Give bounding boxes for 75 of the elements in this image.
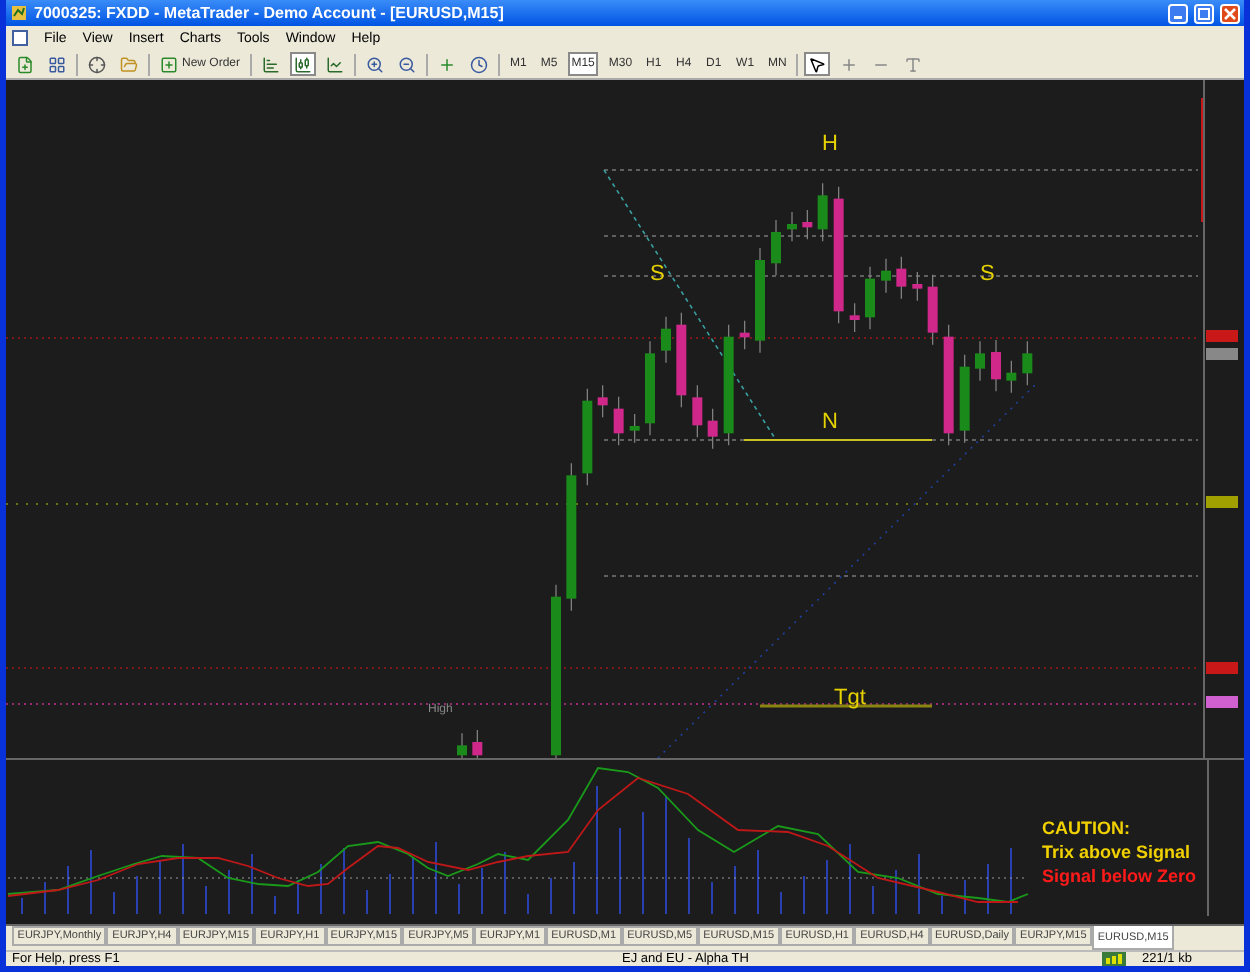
new-chart-button[interactable] xyxy=(12,52,38,76)
candle xyxy=(629,413,640,444)
price-tag-icon xyxy=(1206,696,1238,708)
candle xyxy=(457,732,467,758)
crosshair-icon xyxy=(840,55,859,73)
candle xyxy=(833,186,844,324)
cursor-icon xyxy=(808,55,827,73)
minimize-button[interactable] xyxy=(1168,3,1188,23)
indicator-note: CAUTION: xyxy=(1042,820,1130,838)
candle xyxy=(707,408,718,450)
candle xyxy=(802,209,813,240)
connection-icon xyxy=(1102,952,1126,966)
candle xyxy=(739,320,750,350)
zoom-out-icon xyxy=(398,55,417,73)
app-icon xyxy=(10,4,28,22)
folder-icon xyxy=(120,55,138,73)
candle xyxy=(943,324,954,446)
candle xyxy=(896,256,907,300)
plus-icon xyxy=(438,55,457,73)
maximize-button[interactable] xyxy=(1194,3,1214,23)
candle xyxy=(661,316,671,364)
text-icon xyxy=(904,55,923,73)
candle xyxy=(613,396,624,446)
pattern-label: S xyxy=(980,264,995,286)
price-tag-icon xyxy=(1206,496,1238,508)
candle xyxy=(849,302,860,333)
file-plus-icon xyxy=(16,55,34,73)
indicator-note: Signal below Zero xyxy=(1042,868,1197,886)
price-marker-line xyxy=(1201,97,1203,223)
maximize-icon xyxy=(1198,7,1210,19)
candle xyxy=(912,271,923,302)
candle xyxy=(676,312,687,408)
close-button[interactable] xyxy=(1220,3,1240,23)
candle xyxy=(865,266,875,330)
indicator-note: Trix above Signal xyxy=(1042,844,1191,862)
crosshair-button[interactable] xyxy=(84,52,110,76)
candle xyxy=(991,339,1001,392)
grid-icon xyxy=(48,55,66,73)
candle xyxy=(1022,340,1033,386)
candle xyxy=(723,324,734,446)
crosshair-icon xyxy=(88,55,106,73)
candle xyxy=(1006,360,1017,394)
price-tag-icon xyxy=(1206,330,1238,342)
candle xyxy=(472,729,483,758)
candle xyxy=(582,388,593,486)
pattern-label: Tgt xyxy=(834,688,866,710)
candle xyxy=(975,340,985,382)
candle xyxy=(927,274,938,346)
candle xyxy=(645,340,655,436)
candle xyxy=(692,384,703,438)
candlestick-button[interactable] xyxy=(290,52,317,76)
window-title: 7000325: FXDD - MetaTrader - Demo Account - [EURUSD,M15] xyxy=(34,4,506,22)
profiles-button[interactable] xyxy=(44,52,70,76)
candle xyxy=(817,182,828,242)
candle xyxy=(959,354,970,444)
candle xyxy=(597,384,608,418)
candlestick-icon xyxy=(294,55,313,73)
chart-icon[interactable] xyxy=(12,30,28,46)
line-chart-icon xyxy=(326,55,345,73)
candle xyxy=(755,247,765,354)
bar-chart-icon xyxy=(262,55,281,73)
plus-icon xyxy=(160,55,178,73)
pattern-label: H xyxy=(822,134,838,156)
candle xyxy=(771,219,781,276)
close-icon xyxy=(1224,7,1236,19)
candle xyxy=(881,258,891,294)
candle xyxy=(787,211,797,242)
zoom-in-icon xyxy=(366,55,385,73)
price-tag-icon xyxy=(1206,662,1238,674)
clock-icon xyxy=(470,55,489,73)
cursor-button[interactable] xyxy=(804,52,831,76)
price-tag-icon xyxy=(1206,348,1238,360)
pattern-label: N xyxy=(822,412,838,434)
pattern-label: S xyxy=(650,264,665,286)
periods-button[interactable] xyxy=(466,52,493,76)
